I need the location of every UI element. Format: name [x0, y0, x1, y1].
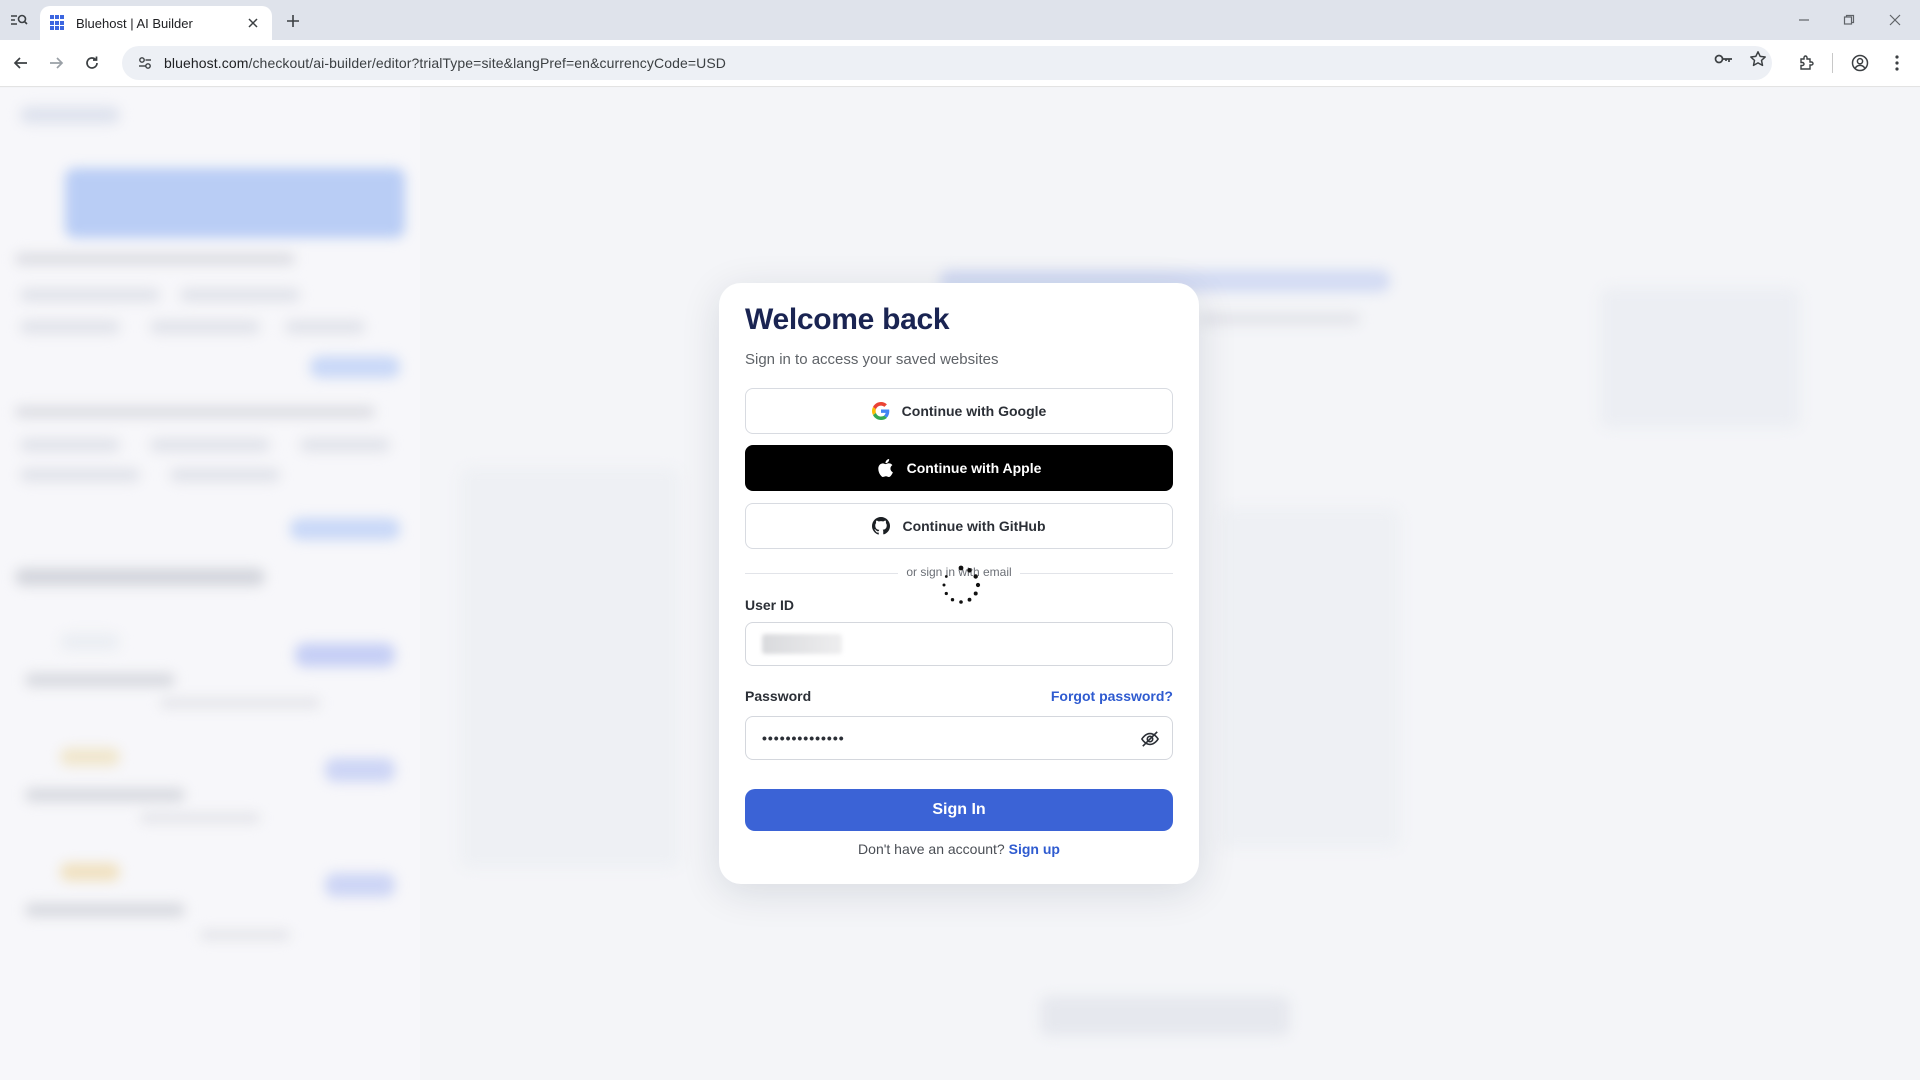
- browser-tab-bar: Bluehost | AI Builder: [0, 0, 1920, 40]
- url-host: bluehost.com: [164, 55, 249, 71]
- new-tab-icon[interactable]: [282, 10, 304, 32]
- browser-toolbar: bluehost.com/checkout/ai-builder/editor?…: [0, 40, 1920, 87]
- eye-slash-icon[interactable]: [1140, 729, 1160, 749]
- spinner-icon: [942, 565, 981, 604]
- password-label: Password: [745, 688, 812, 704]
- sign-up-link[interactable]: Sign up: [1009, 841, 1060, 857]
- modal-subtitle: Sign in to access your saved websites: [745, 351, 999, 368]
- signup-row: Don't have an account? Sign up: [719, 841, 1199, 857]
- google-icon: [871, 402, 890, 420]
- site-settings-icon[interactable]: [136, 54, 154, 72]
- password-key-icon[interactable]: [1713, 48, 1735, 70]
- bluehost-favicon-icon: [50, 15, 66, 31]
- no-account-text: Don't have an account?: [858, 841, 1005, 857]
- google-button-label: Continue with Google: [901, 403, 1047, 419]
- userid-label: User ID: [745, 597, 795, 613]
- continue-with-github-button[interactable]: Continue with GitHub: [745, 503, 1173, 549]
- password-input[interactable]: ••••••••••••••: [745, 716, 1173, 760]
- github-icon: [872, 517, 891, 535]
- window-close-icon[interactable]: [1881, 8, 1909, 32]
- sign-in-button[interactable]: Sign In: [745, 789, 1173, 831]
- tab-search-icon[interactable]: [6, 8, 32, 32]
- userid-input[interactable]: [745, 622, 1173, 666]
- apple-icon: [877, 459, 895, 477]
- active-tab[interactable]: Bluehost | AI Builder: [40, 6, 272, 40]
- reload-icon[interactable]: [79, 50, 105, 76]
- sign-in-modal: Welcome back Sign in to access your save…: [719, 283, 1199, 884]
- url-path: /checkout/ai-builder/editor?trialType=si…: [248, 55, 726, 71]
- password-value: ••••••••••••••: [762, 730, 845, 746]
- extensions-icon[interactable]: [1794, 50, 1820, 76]
- apple-button-label: Continue with Apple: [906, 460, 1042, 476]
- back-icon[interactable]: [8, 50, 34, 76]
- forward-icon[interactable]: [43, 50, 69, 76]
- bookmark-star-icon[interactable]: [1747, 48, 1769, 70]
- modal-title: Welcome back: [745, 303, 950, 336]
- continue-with-google-button[interactable]: Continue with Google: [745, 388, 1173, 434]
- github-button-label: Continue with GitHub: [902, 518, 1046, 534]
- profile-icon[interactable]: [1847, 50, 1873, 76]
- forgot-password-link[interactable]: Forgot password?: [1051, 688, 1173, 704]
- browser-menu-icon[interactable]: [1884, 50, 1910, 76]
- continue-with-apple-button[interactable]: Continue with Apple: [745, 445, 1173, 491]
- restore-icon[interactable]: [1835, 8, 1863, 32]
- address-bar[interactable]: bluehost.com/checkout/ai-builder/editor?…: [122, 46, 1772, 80]
- minimize-icon[interactable]: [1790, 8, 1818, 32]
- userid-redacted-value: [762, 634, 842, 654]
- tab-title: Bluehost | AI Builder: [76, 15, 193, 31]
- tab-close-icon[interactable]: [244, 14, 262, 32]
- url-text: bluehost.com/checkout/ai-builder/editor?…: [164, 55, 726, 71]
- toolbar-separator: [1832, 53, 1833, 73]
